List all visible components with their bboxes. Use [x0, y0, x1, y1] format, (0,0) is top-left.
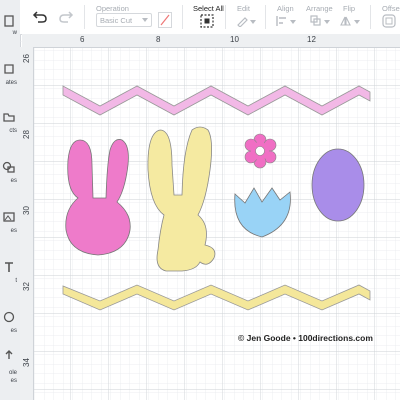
arrange-label: Arrange — [306, 4, 333, 13]
sidebar-item-text[interactable]: t — [0, 250, 20, 290]
sidebar-item-label: ates — [5, 80, 17, 86]
flip-label: Flip — [343, 4, 356, 13]
phrases-icon — [3, 311, 15, 323]
ruler-tick-label: 10 — [230, 35, 239, 44]
ruler-tick-label: 34 — [22, 358, 31, 367]
linetype-swatch-icon[interactable] — [158, 12, 172, 28]
sidebar-item-phrases[interactable]: es — [0, 300, 20, 340]
sidebar-item-upload[interactable]: ole es — [0, 344, 20, 388]
sidebar-item-label: es — [10, 328, 17, 334]
vertical-ruler: 26 28 30 32 34 — [20, 47, 34, 400]
operation-dropdown[interactable]: Basic Cut — [96, 13, 152, 27]
undo-icon[interactable] — [32, 10, 48, 24]
sidebar-item-label: cts — [9, 128, 17, 134]
offset-label: Offse — [382, 4, 400, 13]
redo-icon[interactable] — [58, 10, 74, 24]
horizontal-ruler: 6 8 10 12 — [22, 34, 400, 48]
operation-label: Operation — [96, 4, 129, 13]
ruler-tick-label: 12 — [307, 35, 316, 44]
ruler-tick-label: 26 — [22, 54, 31, 63]
copyright-text: © Jen Goode • 100directions.com — [238, 333, 373, 343]
sidebar-item-templates[interactable]: ates — [0, 50, 20, 90]
projects-icon — [3, 113, 15, 122]
align-label: Align — [277, 4, 294, 13]
sidebar-item-label: t — [15, 278, 17, 284]
toolbar-divider — [265, 5, 266, 29]
ruler-tick-label: 6 — [80, 35, 85, 44]
toolbar-divider — [182, 5, 183, 29]
operation-value: Basic Cut — [100, 16, 133, 25]
sidebar-item-shapes[interactable]: es — [0, 148, 20, 188]
toolbar-divider — [225, 5, 226, 29]
shapes-icon — [2, 161, 15, 173]
sidebar-item-new[interactable]: w — [0, 10, 20, 36]
sidebar-item-label: es — [10, 228, 17, 234]
new-icon — [4, 15, 14, 27]
ruler-tick-label: 30 — [22, 206, 31, 215]
align-icon[interactable] — [276, 15, 296, 27]
left-sidebar: w ates cts es es t es ole es — [0, 0, 21, 400]
sidebar-item-projects[interactable]: cts — [0, 98, 20, 138]
offset-icon[interactable] — [382, 14, 396, 28]
ruler-tick-label: 8 — [156, 35, 161, 44]
select-all-label: Select All — [193, 4, 224, 13]
select-all-icon[interactable] — [200, 14, 214, 28]
templates-icon — [4, 64, 14, 74]
sidebar-item-label: es — [10, 178, 17, 184]
toolbar-divider — [370, 5, 371, 29]
arrange-icon[interactable] — [310, 15, 330, 27]
flip-icon[interactable] — [340, 15, 360, 27]
edit-icon[interactable] — [236, 15, 256, 27]
sidebar-item-images[interactable]: es — [0, 198, 20, 238]
images-icon — [3, 212, 15, 222]
edit-label: Edit — [237, 4, 250, 13]
sidebar-item-label: es — [10, 378, 17, 384]
chevron-down-icon — [142, 18, 148, 22]
top-toolbar: Operation Basic Cut Select All Edit Alig… — [20, 0, 400, 35]
toolbar-divider — [84, 5, 85, 29]
sidebar-item-label: w — [12, 30, 17, 36]
flower-shape[interactable] — [244, 133, 277, 169]
ruler-tick-label: 28 — [22, 130, 31, 139]
sidebar-item-label: ole — [8, 370, 17, 376]
text-icon — [5, 262, 13, 272]
upload-icon — [5, 350, 13, 359]
ruler-tick-label: 32 — [22, 282, 31, 291]
purple-egg-shape[interactable] — [311, 148, 365, 222]
